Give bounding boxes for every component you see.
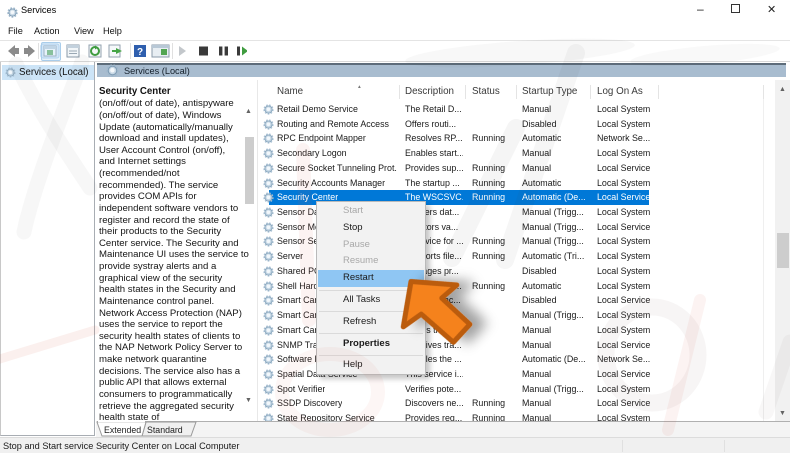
- svg-text:?: ?: [137, 47, 143, 58]
